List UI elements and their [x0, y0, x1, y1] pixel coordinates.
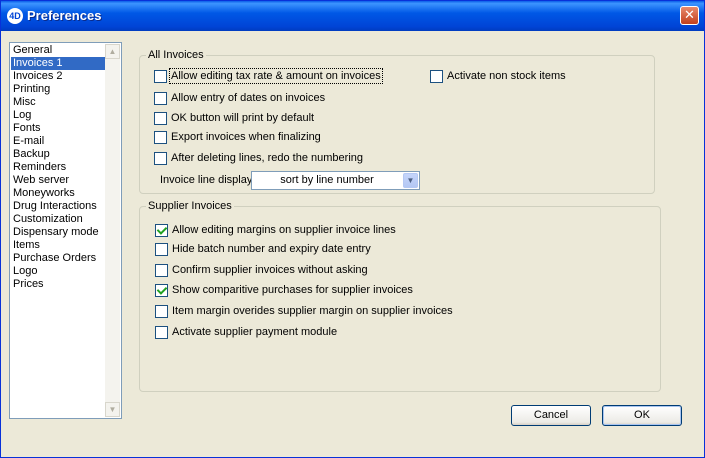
option-allow-entry-of-dates[interactable]: Allow entry of dates on invoices	[154, 91, 325, 105]
option-label: Export invoices when finalizing	[171, 131, 321, 143]
option-label: Hide batch number and expiry date entry	[172, 243, 371, 255]
list-item[interactable]: Dispensary mode	[11, 226, 105, 239]
option-label: Allow editing tax rate & amount on invoi…	[169, 68, 383, 84]
group-title: All Invoices	[146, 49, 206, 61]
checkbox[interactable]	[155, 242, 168, 256]
option-redo-numbering[interactable]: After deleting lines, redo the numbering	[154, 151, 363, 165]
option-show-comparitive-purchases[interactable]: Show comparitive purchases for supplier …	[155, 283, 413, 297]
list-item[interactable]: Invoices 2	[11, 70, 105, 83]
checkbox[interactable]	[430, 69, 443, 83]
invoice-line-display-label: Invoice line display	[160, 174, 253, 186]
close-button[interactable]: ✕	[680, 6, 699, 25]
list-item[interactable]: Misc	[11, 96, 105, 109]
option-label: Allow editing margins on supplier invoic…	[172, 224, 396, 236]
select-value: sort by line number	[280, 174, 374, 186]
option-export-invoices[interactable]: Export invoices when finalizing	[154, 130, 321, 144]
list-item[interactable]: Items	[11, 239, 105, 252]
list-item[interactable]: General	[11, 44, 105, 57]
group-title: Supplier Invoices	[146, 200, 234, 212]
scroll-up-icon[interactable]: ▲	[105, 44, 120, 59]
title-bar[interactable]: 4D Preferences ✕	[1, 1, 704, 31]
checkbox[interactable]	[154, 130, 167, 144]
option-label: Activate non stock items	[447, 70, 566, 82]
list-item[interactable]: Moneyworks	[11, 187, 105, 200]
option-hide-batch-number[interactable]: Hide batch number and expiry date entry	[155, 242, 371, 256]
checkbox[interactable]	[155, 304, 168, 318]
list-item[interactable]: Logo	[11, 265, 105, 278]
option-allow-editing-tax-rate[interactable]: Allow editing tax rate & amount on invoi…	[154, 68, 383, 84]
list-item[interactable]: Drug Interactions	[11, 200, 105, 213]
category-items: General Invoices 1 Invoices 2 Printing M…	[11, 44, 105, 291]
preferences-category-list[interactable]: General Invoices 1 Invoices 2 Printing M…	[9, 42, 122, 419]
window-title: Preferences	[27, 8, 102, 23]
option-confirm-supplier-invoices[interactable]: Confirm supplier invoices without asking	[155, 263, 368, 277]
checkbox[interactable]	[154, 91, 167, 105]
chevron-down-icon[interactable]: ▼	[403, 173, 418, 188]
checkbox[interactable]	[155, 283, 168, 297]
option-label: Item margin overides supplier margin on …	[172, 305, 453, 317]
checkbox[interactable]	[154, 111, 167, 125]
cancel-button[interactable]: Cancel	[511, 405, 591, 426]
list-item[interactable]: E-mail	[11, 135, 105, 148]
invoice-line-display-select[interactable]: sort by line number ▼	[251, 171, 420, 190]
list-item[interactable]: Web server	[11, 174, 105, 187]
list-item[interactable]: Printing	[11, 83, 105, 96]
checkbox[interactable]	[155, 223, 168, 237]
option-item-margin-overrides[interactable]: Item margin overides supplier margin on …	[155, 304, 453, 318]
option-activate-non-stock-items[interactable]: Activate non stock items	[430, 69, 566, 83]
option-label: Activate supplier payment module	[172, 326, 338, 338]
close-icon: ✕	[684, 8, 695, 23]
list-item[interactable]: Prices	[11, 278, 105, 291]
option-activate-supplier-payment[interactable]: Activate supplier payment module	[155, 325, 337, 339]
list-item[interactable]: Log	[11, 109, 105, 122]
list-item[interactable]: Backup	[11, 148, 105, 161]
option-label: After deleting lines, redo the numbering	[171, 152, 364, 164]
option-ok-prints-by-default[interactable]: OK button will print by default	[154, 111, 314, 125]
preferences-window: 4D Preferences ✕ General Invoices 1 Invo…	[0, 0, 705, 458]
checkbox[interactable]	[154, 69, 167, 83]
list-item[interactable]: Fonts	[11, 122, 105, 135]
list-item[interactable]: Customization	[11, 213, 105, 226]
option-label: Show comparitive purchases for supplier …	[172, 284, 413, 296]
checkbox[interactable]	[155, 263, 168, 277]
option-label: Confirm supplier invoices without asking	[172, 264, 368, 276]
option-allow-editing-margins[interactable]: Allow editing margins on supplier invoic…	[155, 223, 396, 237]
option-label: Allow entry of dates on invoices	[171, 92, 326, 104]
option-label: OK button will print by default	[171, 112, 315, 124]
list-scrollbar[interactable]: ▲ ▼	[105, 44, 120, 417]
list-item[interactable]: Reminders	[11, 161, 105, 174]
list-item[interactable]: Invoices 1	[11, 57, 105, 70]
checkbox[interactable]	[154, 151, 167, 165]
checkbox[interactable]	[155, 325, 168, 339]
ok-button[interactable]: OK	[602, 405, 682, 426]
app-logo-icon: 4D	[7, 8, 23, 24]
scroll-down-icon[interactable]: ▼	[105, 402, 120, 417]
list-item[interactable]: Purchase Orders	[11, 252, 105, 265]
